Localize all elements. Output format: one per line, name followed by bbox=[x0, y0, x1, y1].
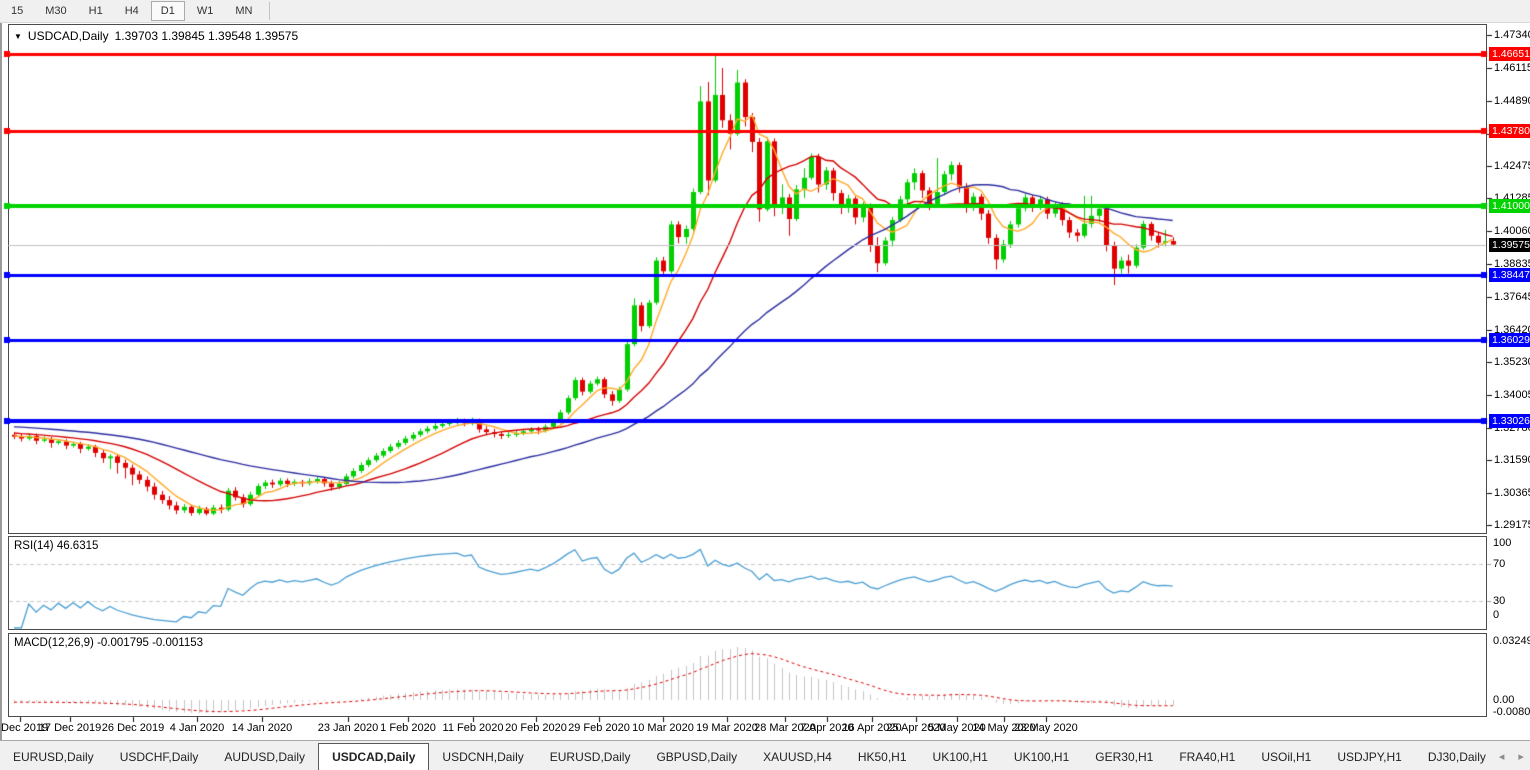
rsi-axis-label: 0 bbox=[1493, 609, 1499, 621]
macd-axis-label: -0.00808 bbox=[1493, 706, 1530, 718]
chart-canvas[interactable] bbox=[0, 0, 1530, 770]
price-axis-label: 1.47340 bbox=[1494, 29, 1530, 41]
rsi-axis-label: 100 bbox=[1493, 537, 1511, 549]
symbol-tab-usdjpy-14[interactable]: USDJPY,H1 bbox=[1324, 745, 1414, 770]
level-price-badge: 1.43780 bbox=[1489, 124, 1530, 138]
date-axis-label: 17 Dec 2019 bbox=[39, 722, 101, 734]
symbol-tab-eurusd-0[interactable]: EURUSD,Daily bbox=[0, 745, 107, 770]
date-axis-label: 20 Feb 2020 bbox=[505, 722, 567, 734]
chart-dropdown-icon[interactable]: ▼ bbox=[14, 32, 22, 41]
level-price-badge: 1.36029 bbox=[1489, 333, 1530, 347]
date-axis-label: 10 Mar 2020 bbox=[632, 722, 694, 734]
rsi-indicator-label: RSI(14) 46.6315 bbox=[14, 540, 98, 552]
macd-indicator-label: MACD(12,26,9) -0.001795 -0.001153 bbox=[14, 637, 203, 649]
symbol-tab-usdcad-3[interactable]: USDCAD,Daily bbox=[318, 743, 429, 770]
date-axis-label: 23 Jan 2020 bbox=[318, 722, 379, 734]
date-axis-label: 14 Jan 2020 bbox=[232, 722, 293, 734]
price-axis-label: 1.37645 bbox=[1494, 291, 1530, 303]
macd-axis-label: 0.032493 bbox=[1493, 635, 1530, 647]
date-axis-label: 29 Feb 2020 bbox=[568, 722, 630, 734]
rsi-axis-label: 70 bbox=[1493, 558, 1505, 570]
price-axis-label: 1.35230 bbox=[1494, 356, 1530, 368]
chart-symbol-label: USDCAD,Daily bbox=[28, 29, 109, 43]
price-axis-label: 1.34005 bbox=[1494, 389, 1530, 401]
price-axis-label: 1.30365 bbox=[1494, 487, 1530, 499]
tabs-scroll-right-icon[interactable]: ▸ bbox=[1518, 750, 1524, 763]
date-axis-label: 4 Jan 2020 bbox=[170, 722, 224, 734]
symbol-tab-gbpusd-6[interactable]: GBPUSD,Daily bbox=[643, 745, 750, 770]
level-price-badge: 1.41000 bbox=[1489, 199, 1530, 213]
price-axis-label: 1.42475 bbox=[1494, 160, 1530, 172]
symbol-tab-audusd-2[interactable]: AUDUSD,Daily bbox=[211, 745, 318, 770]
macd-axis-label: 0.00 bbox=[1493, 694, 1514, 706]
price-axis-label: 1.46115 bbox=[1494, 62, 1530, 74]
price-axis-label: 1.44890 bbox=[1494, 95, 1530, 107]
date-axis-label: 26 Dec 2019 bbox=[102, 722, 164, 734]
symbol-tab-dj30-15[interactable]: DJ30,Daily bbox=[1415, 745, 1499, 770]
symbol-tab-eurusd-5[interactable]: EURUSD,Daily bbox=[537, 745, 644, 770]
chart-title: ▼ USDCAD,Daily 1.39703 1.39845 1.39548 1… bbox=[14, 29, 298, 43]
date-axis-label: 11 Feb 2020 bbox=[443, 722, 504, 734]
symbol-tab-fra40-12[interactable]: FRA40,H1 bbox=[1166, 745, 1248, 770]
rsi-axis-label: 30 bbox=[1493, 595, 1505, 607]
level-price-badge: 1.46651 bbox=[1489, 47, 1530, 61]
trading-app-window: 15M30H1H4D1W1MN ▼ USDCAD,Daily 1.39703 1… bbox=[0, 0, 1530, 770]
price-axis-label: 1.40060 bbox=[1494, 225, 1530, 237]
level-price-badge: 1.38447 bbox=[1489, 268, 1530, 282]
symbol-tab-uk100-9[interactable]: UK100,H1 bbox=[920, 745, 1001, 770]
symbol-tab-usoil-13[interactable]: USOil,H1 bbox=[1248, 745, 1324, 770]
price-axis-label: 1.31590 bbox=[1494, 454, 1530, 466]
symbol-tab-hk50-8[interactable]: HK50,H1 bbox=[845, 745, 920, 770]
symbol-tab-uk100-10[interactable]: UK100,H1 bbox=[1001, 745, 1082, 770]
date-axis-label: 19 Mar 2020 bbox=[696, 722, 758, 734]
symbol-tab-usdcnh-4[interactable]: USDCNH,Daily bbox=[429, 745, 536, 770]
date-axis-label: 23 May 2020 bbox=[1014, 722, 1078, 734]
symbol-tab-bar: EURUSD,DailyUSDCHF,DailyAUDUSD,DailyUSDC… bbox=[0, 740, 1530, 770]
date-axis-label: 1 Feb 2020 bbox=[380, 722, 436, 734]
tabs-scroll-left-icon[interactable]: ◂ bbox=[1499, 750, 1505, 763]
symbol-tab-ger30-11[interactable]: GER30,H1 bbox=[1082, 745, 1166, 770]
chart-ohlc-values: 1.39703 1.39845 1.39548 1.39575 bbox=[115, 29, 299, 43]
level-price-badge: 1.33026 bbox=[1489, 414, 1530, 428]
bid-price-badge: 1.39575 bbox=[1489, 238, 1530, 252]
symbol-tab-xauusd-7[interactable]: XAUUSD,H4 bbox=[750, 745, 845, 770]
symbol-tab-usdchf-1[interactable]: USDCHF,Daily bbox=[107, 745, 212, 770]
price-axis-label: 1.29175 bbox=[1494, 519, 1530, 531]
